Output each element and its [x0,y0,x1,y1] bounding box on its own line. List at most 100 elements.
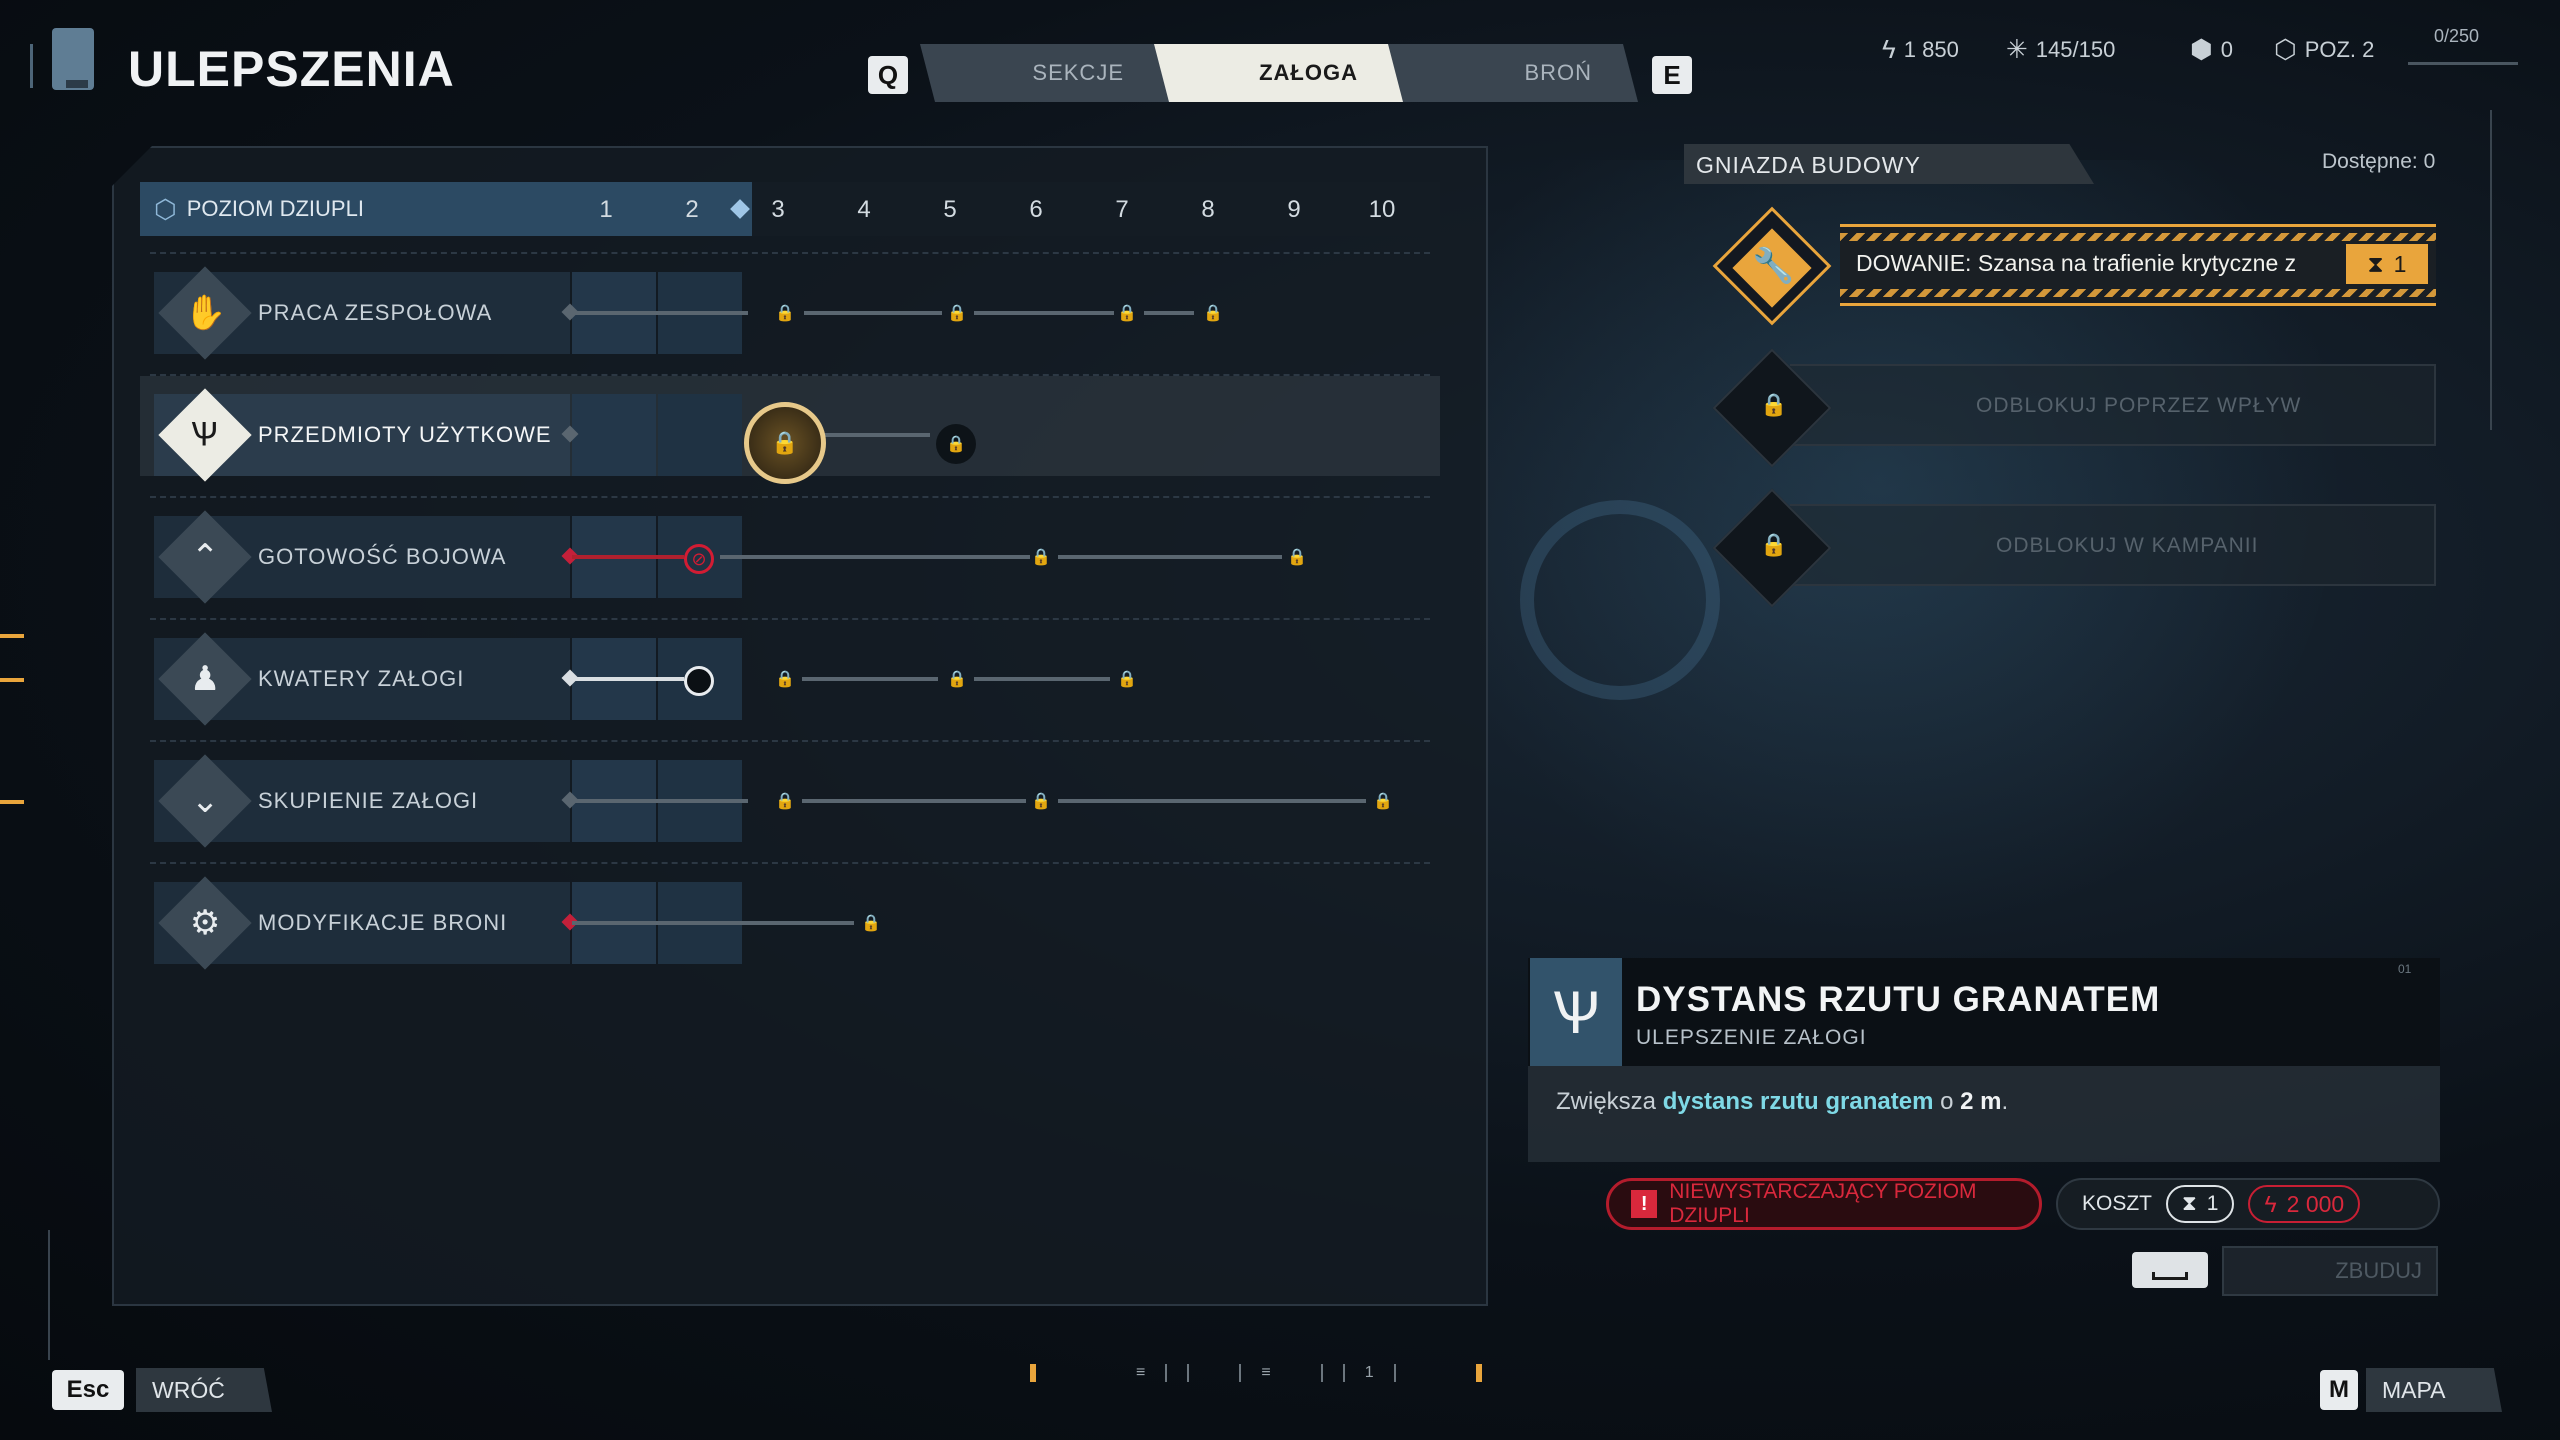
pager-sep [1187,1364,1190,1382]
level-num: 7 [1115,196,1129,223]
side-tick [0,634,24,638]
track-line [572,799,748,803]
build-button[interactable]: ZBUDUJ [2222,1246,2438,1296]
frame-line [48,1230,50,1360]
row-divider [150,740,1430,742]
frame-line [2490,110,2492,430]
level-num: 2 [685,196,699,223]
grenade-claw-icon: Ѱ [158,388,252,482]
available-sockets: Dostępne: 0 [2322,150,2436,173]
tokens-display: ⬢ 0 [2190,34,2233,65]
level-badge-icon: ⬡ [2274,34,2297,64]
upgrade-row-utility-items[interactable]: Ѱ PRZEDMIOTY UŻYTKOWE 🔒 🔒 [140,374,1440,484]
tab-sekcje[interactable]: SEKCJE [920,44,1170,102]
lock-icon[interactable]: 🔒 [1117,302,1137,324]
detail-title: DYSTANS RZUTU GRANATEM [1636,980,2161,1019]
pager-item[interactable]: 1 [1365,1364,1374,1382]
cost-label: KOSZT [2082,1192,2153,1215]
level-value: POZ. 2 [2304,36,2375,62]
socket-3-text: ODBLOKUJ W KAMPANII [1996,534,2259,557]
den-level-label-box: ⬡ POZIOM DZIUPLI [140,182,572,236]
lock-icon[interactable]: 🔒 [1117,668,1137,690]
track-line [974,677,1110,681]
pager-item[interactable]: ≡ [1261,1364,1270,1382]
blocked-node-icon[interactable]: ⊘ [684,544,714,574]
unlocked-node[interactable] [684,666,714,696]
side-tick [0,800,24,804]
track-line [820,433,930,437]
row-divider [150,252,1430,254]
pager-marker [1030,1364,1036,1382]
warning-text: NIEWYSTARCZAJĄCY POZIOM DZIUPLI [1669,1180,1977,1227]
level-display: ⬡ POZ. 2 [2274,34,2374,65]
currency-display: ϟ 1 850 [1882,34,1959,65]
back-button[interactable]: WRÓĆ [136,1368,272,1412]
upgrade-row-weapon-mods[interactable]: ⚙ MODYFIKACJE BRONI 🔒 [140,862,1440,970]
esc-key[interactable]: Esc [52,1370,124,1410]
cost-currency-pill: ϟ 2 000 [2248,1185,2361,1223]
desc-prefix: Zwiększa [1556,1088,1663,1115]
row-label: KWATERY ZAŁOGI [258,666,465,691]
lock-icon[interactable]: 🔒 [1203,302,1223,324]
prev-tab-key[interactable]: Q [868,56,908,94]
space-key-icon[interactable] [2132,1252,2208,1288]
den-level-header: ⬡ POZIOM DZIUPLI 1 2 3 4 5 6 7 8 9 10 [140,182,1440,236]
level-slot [658,394,742,476]
upgrade-row-combat-readiness[interactable]: ⌃ GOTOWOŚĆ BOJOWA ⊘ 🔒 🔒 [140,496,1440,604]
lock-icon[interactable]: 🔒 [1031,790,1051,812]
level-num: 9 [1287,196,1301,223]
track-line [802,799,1026,803]
header-bar [30,44,44,88]
supplies-display: ✳ 145/150 [2006,34,2115,65]
pager-sep [1239,1364,1242,1382]
lock-icon[interactable]: 🔒 [861,912,881,934]
level-num: 6 [1029,196,1043,223]
lock-icon[interactable]: 🔒 [775,668,795,690]
level-num: 3 [771,196,785,223]
lock-icon[interactable]: 🔒 [775,302,795,324]
track-line [802,677,938,681]
row-divider [150,862,1430,864]
level-num: 4 [857,196,871,223]
bunk-icon: ♟ [158,632,252,726]
focus-icon: ⌄ [158,754,252,848]
upgrade-row-teamwork[interactable]: ✋ PRACA ZESPOŁOWA 🔒 🔒 🔒 🔒 [140,252,1440,360]
row-label-box: ⌄ SKUPIENIE ZAŁOGI [154,754,570,848]
lock-icon[interactable]: 🔒 [1287,546,1307,568]
build-sockets-title: GNIAZDA BUDOWY [1684,144,2094,184]
upgrade-row-crew-focus[interactable]: ⌄ SKUPIENIE ZAŁOGI 🔒 🔒 🔒 [140,740,1440,848]
detail-index: 01 [2398,962,2412,976]
next-tab-key[interactable]: E [1652,56,1692,94]
upgrade-row-crew-quarters[interactable]: ♟ KWATERY ZAŁOGI 🔒 🔒 🔒 [140,618,1440,726]
row-divider [150,374,1430,376]
lock-icon[interactable]: 🔒 [775,790,795,812]
lock-icon[interactable]: 🔒 [947,302,967,324]
lock-icon[interactable]: 🔒 [947,668,967,690]
pager-item[interactable]: ≡ [1136,1364,1145,1382]
lock-icon[interactable]: 🔒 [1373,790,1393,812]
lock-icon[interactable]: 🔒 [1031,546,1051,568]
row-label: GOTOWOŚĆ BOJOWA [258,544,507,569]
desc-suffix: . [2001,1088,2009,1115]
map-key[interactable]: M [2320,1370,2358,1410]
locked-upgrade-node[interactable]: 🔒 [936,424,976,464]
alert-icon: ! [1631,1190,1658,1218]
map-button[interactable]: MAPA [2366,1368,2502,1412]
xp-value: 0/250 [2434,26,2480,46]
upgrades-logo-icon [52,28,94,90]
row-label-box: ♟ KWATERY ZAŁOGI [154,632,570,726]
track-line [804,311,942,315]
row-label-box: ⚙ MODYFIKACJE BRONI [154,876,570,970]
hourglass-icon: ⧗ [2367,250,2384,277]
pager-sep [1165,1364,1168,1382]
cost-time-value: 1 [2206,1192,2219,1215]
selected-upgrade-node[interactable]: 🔒 [744,402,826,484]
hands-icon: ✋ [158,266,252,360]
tab-zaloga[interactable]: ZAŁOGA [1154,44,1404,102]
tab-bron[interactable]: BROŃ [1388,44,1638,102]
row-label: SKUPIENIE ZAŁOGI [258,788,479,813]
pager-marker [1475,1364,1482,1382]
insufficient-level-warning: ! NIEWYSTARCZAJĄCY POZIOM DZIUPLI [1606,1178,2042,1230]
track-line [1058,555,1282,559]
level-num: 1 [599,196,613,223]
